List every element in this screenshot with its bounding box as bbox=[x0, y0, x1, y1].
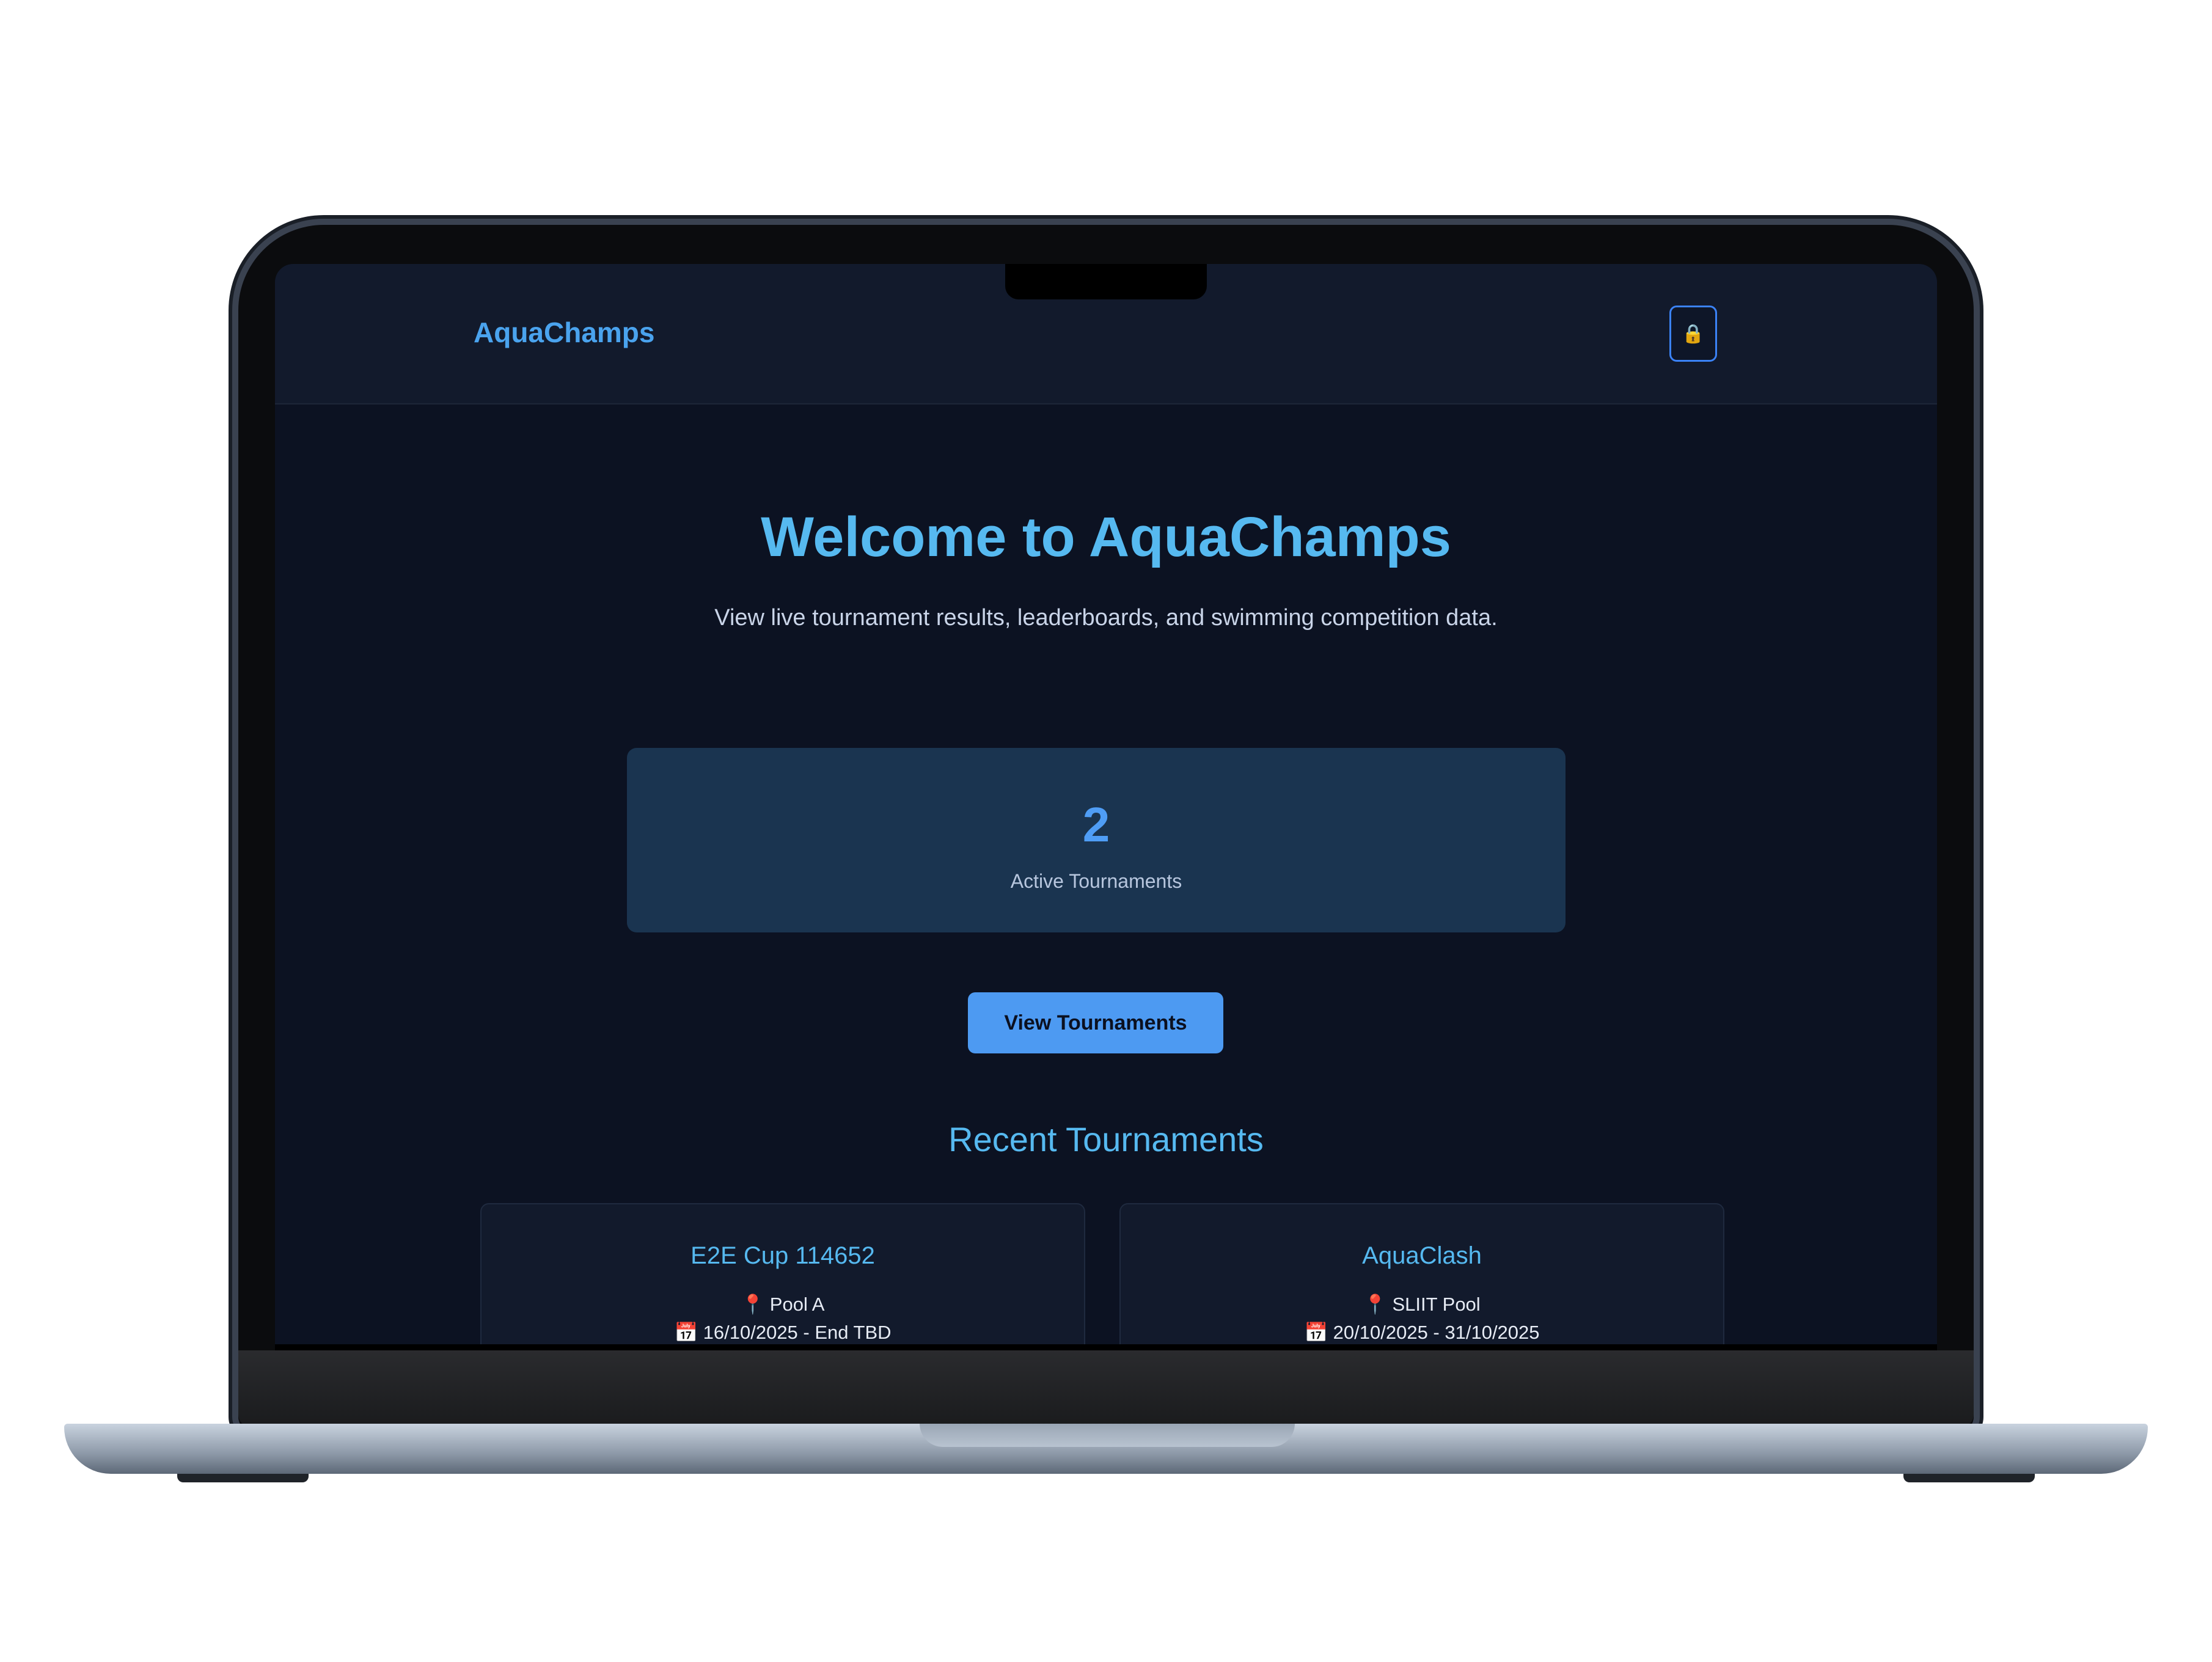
tournament-card[interactable]: E2E Cup 114652 📍 Pool A 📅 16/10/2025 - E… bbox=[480, 1203, 1085, 1344]
active-tournaments-stat-card: 2 Active Tournaments bbox=[627, 748, 1566, 932]
tournament-dates: 📅 20/10/2025 - 31/10/2025 bbox=[1304, 1322, 1540, 1343]
laptop-mockup: AquaChamps 🔒 Welcome to AquaChamps View … bbox=[0, 0, 2212, 1662]
tournament-name[interactable]: E2E Cup 114652 bbox=[482, 1242, 1084, 1270]
tournament-dates: 📅 16/10/2025 - End TBD bbox=[674, 1322, 892, 1343]
tournament-card[interactable]: AquaClash 📍 SLIIT Pool 📅 20/10/2025 - 31… bbox=[1119, 1203, 1724, 1344]
screen-bottom-edge bbox=[275, 1344, 1937, 1350]
stat-value: 2 bbox=[1082, 797, 1110, 852]
laptop-bezel-bottom bbox=[238, 1350, 1974, 1427]
recent-tournaments-heading: Recent Tournaments bbox=[948, 1120, 1264, 1159]
admin-login-button[interactable]: 🔒 bbox=[1669, 306, 1717, 362]
brand-logo[interactable]: AquaChamps bbox=[474, 316, 654, 349]
laptop-foot-right bbox=[1903, 1474, 2035, 1482]
lock-icon: 🔒 bbox=[1682, 323, 1705, 344]
laptop-foot-left bbox=[177, 1474, 309, 1482]
page-subtitle: View live tournament results, leaderboar… bbox=[714, 605, 1498, 631]
tournament-location: 📍 SLIIT Pool bbox=[1363, 1294, 1481, 1315]
stat-label: Active Tournaments bbox=[1010, 870, 1182, 892]
camera-notch bbox=[1005, 264, 1207, 299]
tournament-location: 📍 Pool A bbox=[741, 1294, 825, 1315]
tournament-name[interactable]: AquaClash bbox=[1121, 1242, 1723, 1270]
view-tournaments-button[interactable]: View Tournaments bbox=[968, 992, 1223, 1053]
laptop-opening-lip bbox=[920, 1424, 1295, 1447]
page-title: Welcome to AquaChamps bbox=[761, 506, 1451, 568]
app-screen: AquaChamps 🔒 Welcome to AquaChamps View … bbox=[275, 264, 1937, 1344]
